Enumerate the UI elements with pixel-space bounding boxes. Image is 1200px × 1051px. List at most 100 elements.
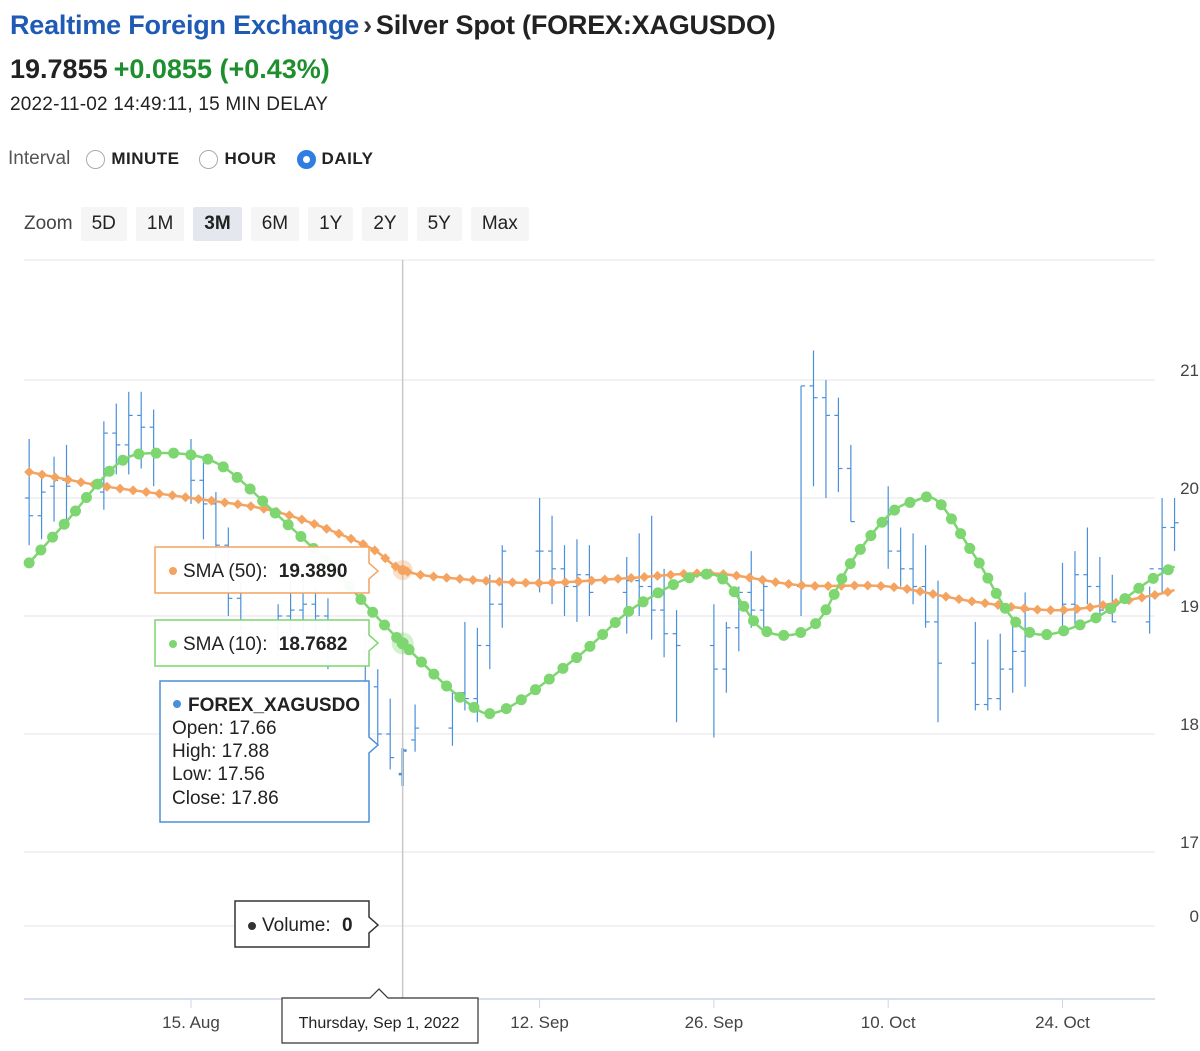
tooltip-sma50-dot (169, 567, 177, 575)
sma10-marker (47, 531, 59, 543)
tooltip-volume: Volume: 0 (234, 900, 380, 948)
sma50-marker (889, 582, 900, 593)
sma10-marker (683, 572, 695, 584)
sma10-marker (571, 652, 583, 664)
tooltip-volume-label: Volume: (262, 915, 331, 936)
sma50-marker (415, 569, 426, 580)
sma10-marker (1105, 603, 1117, 615)
sma10-marker (543, 673, 555, 685)
sma50-marker (783, 579, 794, 590)
sma50-marker (467, 574, 478, 585)
sma50-marker (37, 469, 48, 480)
sma10-marker (964, 542, 976, 554)
sma10-marker (955, 528, 967, 540)
sma50-marker (180, 492, 191, 503)
sma10-marker (529, 684, 541, 696)
sma10-marker (1147, 572, 1159, 584)
tooltip-sma50-label: SMA (50): (183, 561, 267, 582)
sma10-marker (935, 499, 947, 511)
sma10-marker (92, 478, 104, 490)
tooltip-ohlc: FOREX_XAGUSDO Open: 17.66 High: 17.88 Lo… (159, 680, 380, 823)
sma10-marker (80, 491, 92, 503)
ohlc-bar (996, 633, 1005, 711)
x-tick-label: 26. Sep (685, 1013, 744, 1032)
sma50-marker (75, 477, 86, 488)
svg-text:SMA (10): 18.7682: SMA (10): 18.7682 (183, 634, 347, 655)
sma10-marker (820, 604, 832, 616)
sma10-marker (23, 557, 35, 569)
sma50-marker (731, 570, 742, 581)
sma50-marker (902, 584, 913, 595)
sma50-marker (665, 569, 676, 580)
sma50-marker (823, 580, 834, 591)
sma10-marker (889, 504, 901, 516)
tooltip-sma10: SMA (10): 18.7682 (154, 619, 380, 667)
ohlc-bar (50, 456, 59, 522)
sma50-marker (928, 588, 939, 599)
sma10-marker (973, 557, 985, 569)
ohlc-bar (62, 444, 71, 528)
sma50-marker (757, 574, 768, 585)
ohlc-bar (921, 545, 930, 628)
sma10-marker (738, 600, 750, 612)
ohlc-bar (909, 533, 918, 605)
sma10-marker (844, 558, 856, 570)
ohlc-bar (622, 557, 631, 634)
sma10-marker (999, 602, 1011, 614)
sma10-marker (355, 593, 367, 605)
sma10-hover-point (396, 637, 409, 650)
ohlc-bar (821, 380, 830, 498)
sma10-marker (500, 703, 512, 715)
sma50-marker (599, 574, 610, 585)
sma10-marker (35, 544, 47, 556)
sma50-marker (652, 570, 663, 581)
sma50-marker (296, 514, 307, 525)
sma50-marker (141, 487, 152, 498)
sma10-marker (748, 615, 760, 627)
sma10-marker (836, 573, 848, 585)
price-chart[interactable]: 21201918170 15. Aug29. Aug12. Sep26. Sep… (0, 0, 1200, 1051)
tooltip-ohlc-title: FOREX_XAGUSDO (188, 695, 360, 716)
ohlc-bar (1058, 562, 1067, 634)
sma10-marker (69, 505, 81, 517)
sma50-marker (849, 580, 860, 591)
y-tick-label: 18 (1180, 715, 1199, 734)
ohlc-bar (846, 444, 855, 523)
sma50-marker (1085, 602, 1096, 613)
ohlc-bar (1008, 621, 1017, 693)
sma50-marker (507, 577, 518, 588)
sma10-marker (945, 513, 957, 525)
sma10-marker (231, 471, 243, 483)
tooltip-sma10-dot (169, 640, 177, 648)
sma10-marker (609, 617, 621, 629)
sma50-marker (1032, 604, 1043, 615)
sma10-marker (810, 618, 822, 630)
sma50-marker (796, 580, 807, 591)
sma50-marker (128, 485, 139, 496)
sma50-marker (50, 472, 61, 483)
ohlc-bar (1083, 527, 1092, 605)
y-tick-label: 21 (1180, 361, 1199, 380)
sma10-marker (920, 491, 932, 503)
y-tick-label: 19 (1180, 597, 1199, 616)
sma50-marker (1045, 605, 1056, 616)
sma10-marker (468, 701, 480, 713)
ohlc-bar (884, 486, 893, 569)
sma50-marker (547, 577, 558, 588)
sma10-marker (428, 668, 440, 680)
sma50-marker (333, 528, 344, 539)
tooltip-ohlc-close: Close: 17.86 (172, 788, 279, 809)
tooltip-date: Thursday, Sep 1, 2022 (281, 988, 479, 1044)
sma10-marker (990, 587, 1002, 599)
tooltip-volume-dot (248, 922, 256, 930)
sma10-marker (652, 587, 664, 599)
sma10-marker (557, 662, 569, 674)
sma10-marker (415, 656, 427, 668)
sma10-marker (623, 605, 635, 617)
tooltip-sma10-label: SMA (10): (183, 634, 267, 655)
sma10-marker (1058, 625, 1070, 637)
sma50-hover-point (397, 565, 408, 576)
sma10-marker (828, 588, 840, 600)
y-tick-label: 17 (1180, 833, 1199, 852)
sma10-marker (202, 453, 214, 465)
